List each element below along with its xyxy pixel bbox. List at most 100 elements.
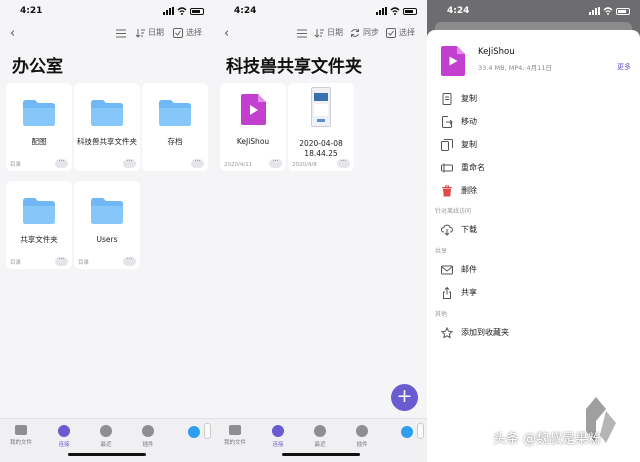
tab-recent[interactable]: 最近 bbox=[303, 425, 337, 448]
status-time: 4:24 bbox=[234, 6, 257, 16]
tab-my-files[interactable]: 我的文件 bbox=[4, 425, 38, 446]
wifi-icon bbox=[390, 7, 400, 15]
select-button[interactable]: 选择 bbox=[173, 27, 202, 39]
action-share[interactable]: 共享 bbox=[427, 284, 640, 304]
folder-name: 配图 bbox=[31, 137, 47, 146]
tab-bar: 我的文件 连接 最近 插件 bbox=[0, 418, 214, 462]
duplicate-icon bbox=[441, 139, 453, 151]
sheet-backdrop bbox=[435, 22, 632, 30]
panel-file-actions: 4:24 KeJiShou 33.4 MB, MP4, 4月11日 更多 复制 … bbox=[427, 0, 640, 462]
more-button[interactable]: ··· bbox=[337, 159, 350, 168]
folder-tab-icon bbox=[15, 425, 27, 435]
tab-bar: 我的文件 连接 最近 插件 bbox=[214, 418, 427, 462]
signal-icon bbox=[376, 7, 387, 15]
home-indicator bbox=[281, 453, 360, 456]
file-date: 2020/4/11 bbox=[224, 162, 253, 168]
sync-icon bbox=[351, 29, 359, 37]
tab-plugins[interactable]: 插件 bbox=[131, 425, 165, 448]
tab-plugins[interactable]: 插件 bbox=[345, 425, 379, 448]
tab-label: 我的文件 bbox=[223, 440, 246, 446]
wifi-icon bbox=[603, 7, 613, 15]
more-button[interactable]: ··· bbox=[269, 159, 282, 168]
action-copy[interactable]: 复制 bbox=[427, 90, 640, 110]
sort-date-button[interactable]: 日期 bbox=[135, 27, 164, 39]
tab-label: 我的文件 bbox=[9, 440, 32, 446]
checkbox-icon bbox=[173, 28, 183, 38]
watermark-text: 头条 @魏叔是果粉 bbox=[493, 432, 602, 447]
action-label: 删除 bbox=[461, 186, 477, 195]
action-download[interactable]: 下载 bbox=[427, 221, 640, 241]
tab-recent[interactable]: 最近 bbox=[89, 425, 123, 448]
action-delete[interactable]: 删除 bbox=[427, 182, 640, 202]
select-label: 选择 bbox=[186, 28, 202, 37]
checkbox-icon bbox=[386, 28, 396, 38]
folder-tab-icon bbox=[229, 425, 241, 435]
status-icons bbox=[163, 7, 204, 15]
tab-my-files[interactable]: 我的文件 bbox=[218, 425, 252, 446]
list-icon bbox=[297, 29, 307, 37]
tab-connect[interactable]: 连接 bbox=[261, 425, 295, 448]
toolbar: ‹ 日期 同步 选择 bbox=[214, 26, 427, 42]
battery-icon bbox=[403, 7, 417, 15]
action-label: 邮件 bbox=[461, 265, 477, 274]
folder-card[interactable]: 存档 ··· bbox=[142, 83, 208, 171]
folder-card[interactable]: 配图 目录 ··· bbox=[6, 83, 72, 171]
edit-pen-icon[interactable] bbox=[401, 426, 413, 438]
more-button[interactable]: ··· bbox=[55, 159, 68, 168]
folder-icon bbox=[23, 198, 55, 224]
video-file-card[interactable]: KeJiShou 2020/4/11 ··· bbox=[220, 83, 286, 171]
action-mail[interactable]: 邮件 bbox=[427, 261, 640, 281]
tab-label: 插件 bbox=[142, 442, 154, 448]
list-view-button[interactable] bbox=[297, 29, 307, 38]
side-handle[interactable] bbox=[417, 423, 424, 439]
folder-meta: 目录 bbox=[10, 162, 22, 168]
plugin-icon bbox=[142, 425, 154, 437]
sort-date-button[interactable]: 日期 bbox=[314, 27, 343, 39]
folder-card[interactable]: 共享文件夹 目录 ··· bbox=[6, 181, 72, 269]
folder-name: Users bbox=[96, 235, 118, 244]
file-name: KeJiShou bbox=[236, 137, 270, 146]
more-button[interactable]: ··· bbox=[123, 257, 136, 266]
side-handle[interactable] bbox=[204, 423, 211, 439]
tab-connect[interactable]: 连接 bbox=[47, 425, 81, 448]
status-time: 4:24 bbox=[447, 6, 470, 16]
action-label: 共享 bbox=[461, 288, 477, 297]
video-file-icon bbox=[241, 94, 266, 125]
more-button[interactable]: ··· bbox=[123, 159, 136, 168]
add-button[interactable]: + bbox=[391, 384, 418, 411]
more-info-button[interactable]: 更多 bbox=[617, 62, 631, 72]
action-move[interactable]: 移动 bbox=[427, 113, 640, 133]
folder-name: 科技兽共享文件夹 bbox=[77, 137, 137, 146]
back-button[interactable]: ‹ bbox=[10, 27, 15, 40]
select-label: 选择 bbox=[399, 28, 415, 37]
back-button[interactable]: ‹ bbox=[224, 27, 229, 40]
move-icon bbox=[442, 116, 453, 128]
folder-icon bbox=[91, 100, 123, 126]
rename-icon bbox=[441, 163, 453, 173]
file-meta: 33.4 MB, MP4, 4月11日 bbox=[478, 64, 552, 72]
signal-icon bbox=[163, 7, 174, 15]
status-bar: 4:24 bbox=[427, 0, 640, 22]
sync-button[interactable]: 同步 bbox=[350, 27, 379, 39]
more-button[interactable]: ··· bbox=[191, 159, 204, 168]
sync-label: 同步 bbox=[363, 28, 379, 37]
toolbar: ‹ 日期 选择 bbox=[0, 26, 214, 42]
action-duplicate[interactable]: 复制 bbox=[427, 136, 640, 156]
edit-pen-icon[interactable] bbox=[188, 426, 200, 438]
home-indicator bbox=[68, 453, 146, 456]
action-rename[interactable]: 重命名 bbox=[427, 159, 640, 179]
select-button[interactable]: 选择 bbox=[386, 27, 415, 39]
folder-meta: 目录 bbox=[10, 260, 22, 266]
wifi-icon bbox=[177, 7, 187, 15]
tab-label: 最近 bbox=[314, 442, 326, 448]
action-add-favorite[interactable]: 添加到收藏夹 bbox=[427, 324, 640, 344]
action-label: 复制 bbox=[461, 140, 477, 149]
folder-name: 共享文件夹 bbox=[20, 235, 58, 244]
folder-card[interactable]: 科技兽共享文件夹 ··· bbox=[74, 83, 140, 171]
folder-card[interactable]: Users 目录 ··· bbox=[74, 181, 140, 269]
sort-icon bbox=[314, 29, 324, 38]
action-label: 移动 bbox=[461, 117, 477, 126]
more-button[interactable]: ··· bbox=[55, 257, 68, 266]
list-view-button[interactable] bbox=[116, 29, 126, 38]
image-file-card[interactable]: 2020-04-08 18.44.25 2020/4/8 ··· bbox=[288, 83, 354, 171]
